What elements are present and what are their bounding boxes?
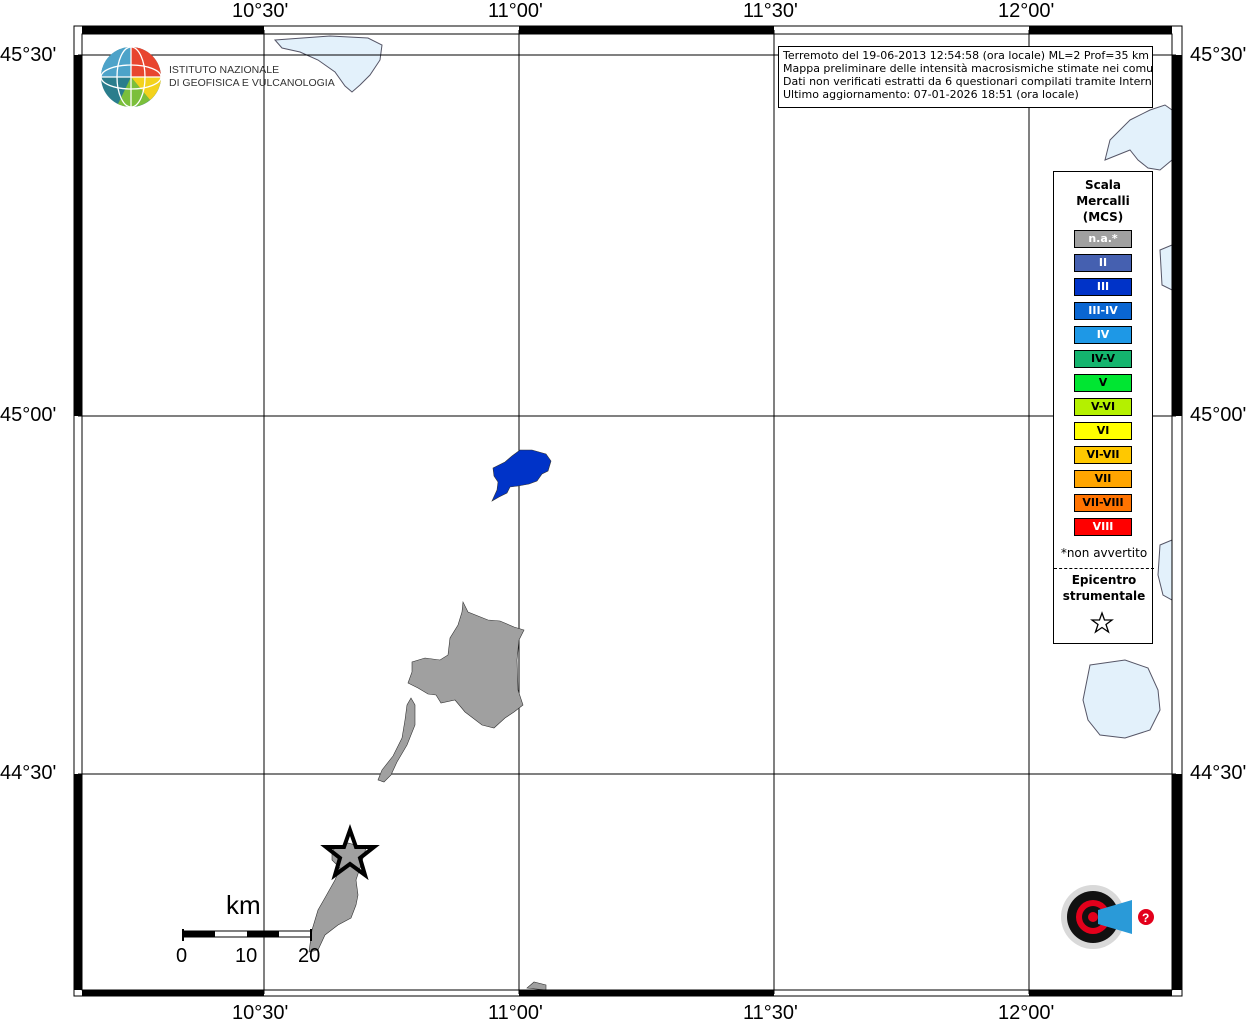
legend-epicenter-line: Epicentro bbox=[1071, 573, 1137, 587]
event-info-box: Terremoto del 19-06-2013 12:54:58 (ora l… bbox=[778, 46, 1153, 108]
institute-name-line2: DI GEOFISICA E VULCANOLOGIA bbox=[169, 77, 335, 89]
lat-label-left: 45°30' bbox=[0, 44, 57, 66]
lat-label-right: 44°30' bbox=[1190, 762, 1247, 784]
event-info-line: Dati non verificati estratti da 6 questi… bbox=[783, 75, 1153, 88]
legend-title-line: (MCS) bbox=[1082, 210, 1124, 224]
legend-item-iii-iv: III-IV bbox=[1074, 302, 1132, 320]
legend-title: Scala Mercalli (MCS) bbox=[1054, 177, 1152, 225]
legend-item-vii: VII bbox=[1074, 470, 1132, 488]
legend-item-v-vi: V-VI bbox=[1074, 398, 1132, 416]
legend-item-iii: III bbox=[1074, 278, 1132, 296]
lat-label-right: 45°00' bbox=[1190, 404, 1247, 426]
event-info-line: Ultimo aggiornamento: 07-01-2026 18:51 (… bbox=[783, 88, 1079, 101]
lon-label-top: 12°00' bbox=[998, 0, 1055, 22]
ingv-logo-icon bbox=[100, 46, 162, 108]
svg-text:?: ? bbox=[1142, 911, 1149, 925]
legend-note: *non avvertito bbox=[1060, 546, 1148, 560]
lagoon-venice-south bbox=[1159, 244, 1173, 291]
event-info-line: Mappa preliminare delle intensità macros… bbox=[783, 62, 1153, 75]
legend-divider bbox=[1054, 568, 1154, 569]
scale-label: 20 bbox=[298, 945, 321, 967]
star-icon bbox=[1090, 611, 1114, 634]
legend-item-v: V bbox=[1074, 374, 1132, 392]
lon-label-top: 11°30' bbox=[743, 0, 798, 22]
legend-item-viii: VIII bbox=[1074, 518, 1132, 536]
legend-epicenter-label: Epicentro strumentale bbox=[1054, 572, 1154, 604]
lon-label-bottom: 12°00' bbox=[998, 1002, 1055, 1024]
legend-item-iv-v: IV-V bbox=[1074, 350, 1132, 368]
scale-label: 10 bbox=[235, 945, 258, 967]
legend-item-ii: II bbox=[1074, 254, 1132, 272]
legend-item-n-a: n.a.* bbox=[1074, 230, 1132, 248]
legend-epicenter-line: strumentale bbox=[1062, 589, 1146, 603]
lon-label-bottom: 10°30' bbox=[232, 1002, 289, 1024]
lagoon-comacchio bbox=[1082, 659, 1161, 739]
scale-label: 0 bbox=[176, 945, 188, 967]
lat-label-right: 45°30' bbox=[1190, 44, 1247, 66]
scale-unit: km bbox=[226, 890, 261, 920]
lat-label-left: 44°30' bbox=[0, 762, 57, 784]
event-info-line: Terremoto del 19-06-2013 12:54:58 (ora l… bbox=[783, 49, 1150, 62]
legend-title-line: Mercalli bbox=[1076, 194, 1130, 208]
legend-item-vi-vii: VI-VII bbox=[1074, 446, 1132, 464]
lat-label-left: 45°00' bbox=[0, 404, 57, 426]
lon-label-top: 11°00' bbox=[488, 0, 543, 22]
institute-name-line1: ISTITUTO NAZIONALE bbox=[169, 64, 280, 76]
legend-item-vii-viii: VII-VIII bbox=[1074, 494, 1132, 512]
lon-label-top: 10°30' bbox=[232, 0, 289, 22]
legend-title-line: Scala bbox=[1084, 178, 1122, 192]
lon-label-bottom: 11°30' bbox=[743, 1002, 798, 1024]
mcs-legend: Scala Mercalli (MCS) n.a.* II III III-IV IV I… bbox=[1053, 171, 1154, 644]
institute-name: ISTITUTO NAZIONALE DI GEOFISICA E VULCAN… bbox=[169, 64, 335, 90]
lon-label-bottom: 11°00' bbox=[488, 1002, 543, 1024]
legend-item-iv: IV bbox=[1074, 326, 1132, 344]
legend-item-vi: VI bbox=[1074, 422, 1132, 440]
